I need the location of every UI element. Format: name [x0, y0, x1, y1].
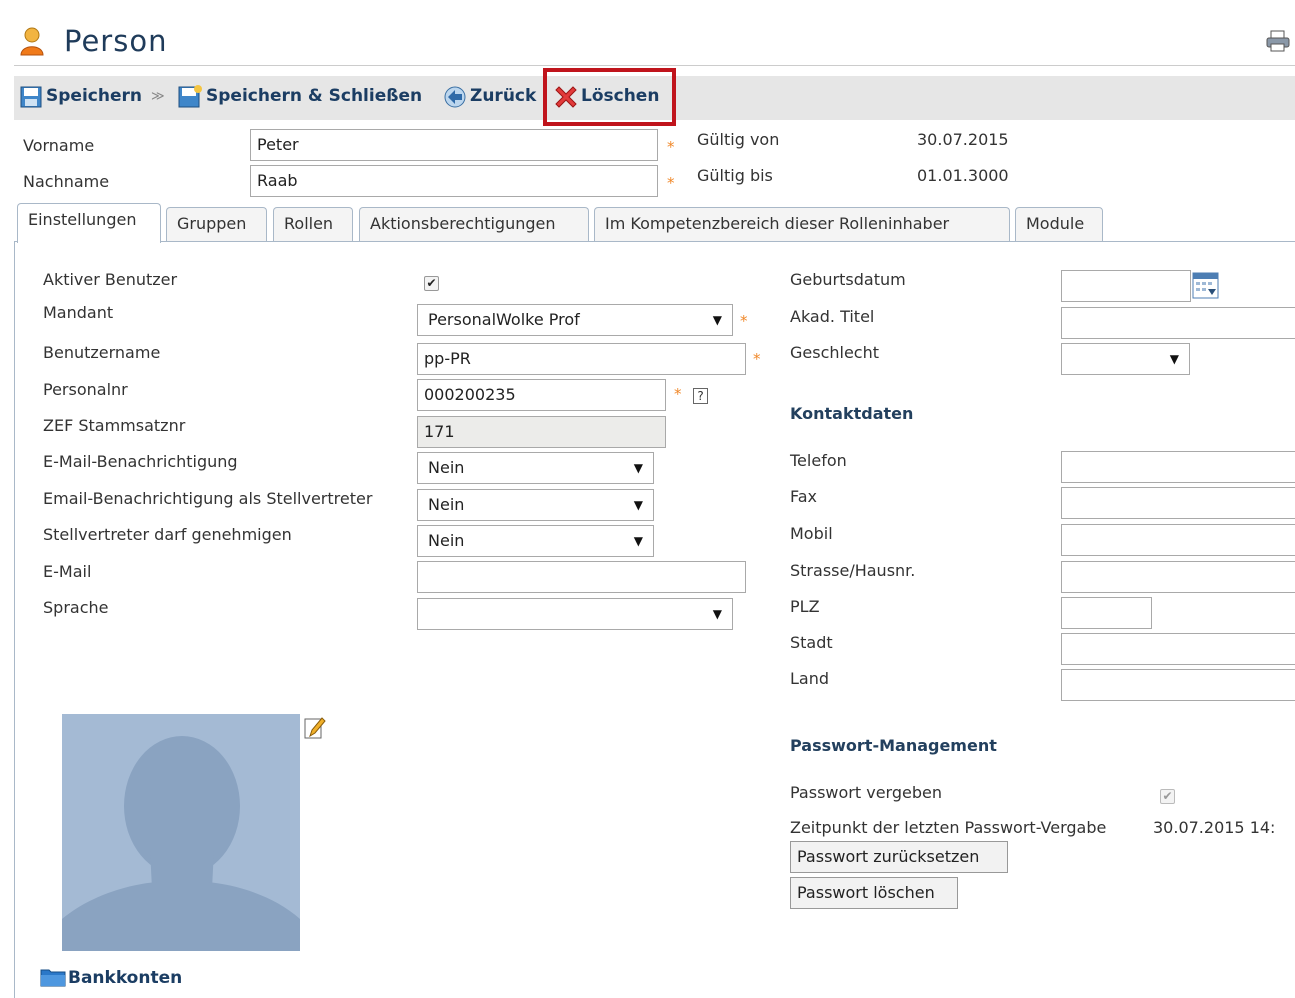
save-dropdown-chevron-icon[interactable]: ≫ — [151, 89, 165, 104]
vorname-required-mark: * — [667, 138, 675, 156]
email-benachrichtigung-select[interactable]: Nein ▼ — [417, 452, 654, 484]
nachname-required-mark: * — [667, 174, 675, 192]
chevron-down-icon: ▼ — [633, 498, 643, 512]
email-input[interactable] — [417, 561, 746, 593]
folder-icon[interactable] — [40, 967, 66, 987]
passwort-heading: Passwort-Management — [790, 736, 997, 755]
passwort-vergeben-label: Passwort vergeben — [790, 783, 942, 802]
chevron-down-icon: ▼ — [633, 534, 643, 548]
benutzername-required-mark: * — [753, 350, 761, 368]
avatar — [62, 714, 300, 951]
save-close-icon[interactable] — [178, 84, 204, 108]
help-icon[interactable]: ? — [693, 388, 708, 404]
tab-gruppen[interactable]: Gruppen — [166, 207, 267, 241]
page-title: Person — [64, 24, 168, 58]
email-stellvertreter-value: Nein — [428, 495, 465, 514]
nachname-label: Nachname — [23, 172, 110, 191]
back-icon[interactable] — [444, 86, 466, 108]
bankkonten-link[interactable]: Bankkonten — [68, 968, 182, 988]
calendar-icon[interactable] — [1192, 272, 1219, 299]
personalnr-required-mark: * — [674, 385, 682, 403]
chevron-down-icon: ▼ — [712, 313, 722, 327]
geburtsdatum-label: Geburtsdatum — [790, 270, 906, 289]
zef-label: ZEF Stammsatznr — [43, 416, 186, 435]
email-stellvertreter-select[interactable]: Nein ▼ — [417, 489, 654, 521]
mobil-input[interactable] — [1061, 524, 1295, 556]
tab-rollen[interactable]: Rollen — [273, 207, 353, 241]
akad-titel-label: Akad. Titel — [790, 307, 875, 326]
gueltig-von-label: Gültig von — [697, 130, 780, 149]
chevron-down-icon: ▼ — [712, 607, 722, 621]
tab-panel-border — [14, 241, 15, 998]
email-label: E-Mail — [43, 562, 92, 581]
passwort-vergeben-checkbox: ✔ — [1160, 789, 1175, 804]
passwort-zuruecksetzen-button[interactable]: Passwort zurücksetzen — [790, 841, 1008, 873]
geburtsdatum-input[interactable] — [1061, 270, 1191, 302]
gueltig-von-value: 30.07.2015 — [917, 130, 1009, 149]
personalnr-input[interactable]: 000200235 — [417, 379, 666, 411]
stellvertreter-genehmigen-value: Nein — [428, 531, 465, 550]
mobil-label: Mobil — [790, 524, 833, 543]
letzte-vergabe-label: Zeitpunkt der letzten Passwort-Vergabe — [790, 818, 1107, 837]
print-icon[interactable] — [1266, 30, 1290, 52]
strasse-input[interactable] — [1061, 561, 1295, 593]
save-icon[interactable] — [20, 86, 42, 108]
vorname-input[interactable]: Peter — [250, 129, 658, 161]
save-close-button[interactable]: Speichern & Schließen — [206, 86, 422, 110]
mandant-select-value: PersonalWolke Prof — [428, 310, 580, 329]
gueltig-bis-value: 01.01.3000 — [917, 166, 1009, 185]
telefon-input[interactable] — [1061, 451, 1295, 483]
tab-kompetenzbereich[interactable]: Im Kompetenzbereich dieser Rolleninhaber — [594, 207, 1010, 241]
aktiver-benutzer-checkbox[interactable]: ✔ — [424, 276, 439, 291]
kontaktdaten-heading: Kontaktdaten — [790, 404, 914, 423]
header-divider — [14, 65, 1295, 66]
zef-input-readonly: 171 — [417, 416, 666, 448]
tab-aktionsberechtigungen[interactable]: Aktionsberechtigungen — [359, 207, 589, 241]
mandant-required-mark: * — [740, 312, 748, 330]
save-button[interactable]: Speichern — [46, 86, 142, 110]
person-icon — [18, 26, 46, 56]
aktiver-benutzer-label: Aktiver Benutzer — [43, 270, 178, 289]
back-button[interactable]: Zurück — [470, 86, 536, 110]
sprache-label: Sprache — [43, 598, 109, 617]
email-stellvertreter-label: Email-Benachrichtigung als Stellvertrete… — [43, 489, 373, 508]
passwort-loeschen-button[interactable]: Passwort löschen — [790, 877, 958, 909]
vorname-label: Vorname — [23, 136, 95, 155]
tab-module[interactable]: Module — [1015, 207, 1103, 241]
email-benachrichtigung-label: E-Mail-Benachrichtigung — [43, 452, 238, 471]
personalnr-label: Personalnr — [43, 380, 128, 399]
akad-titel-input[interactable] — [1061, 307, 1295, 339]
letzte-vergabe-value: 30.07.2015 14: — [1153, 818, 1276, 837]
plz-label: PLZ — [790, 597, 820, 616]
telefon-label: Telefon — [790, 451, 847, 470]
nachname-input[interactable]: Raab — [250, 165, 658, 197]
fax-label: Fax — [790, 487, 818, 506]
strasse-label: Strasse/Hausnr. — [790, 561, 916, 580]
stadt-input[interactable] — [1061, 633, 1295, 665]
email-benachrichtigung-value: Nein — [428, 458, 465, 477]
stellvertreter-genehmigen-select[interactable]: Nein ▼ — [417, 525, 654, 557]
geschlecht-label: Geschlecht — [790, 343, 880, 362]
chevron-down-icon: ▼ — [1169, 352, 1179, 366]
benutzername-label: Benutzername — [43, 343, 161, 362]
plz-input[interactable] — [1061, 597, 1152, 629]
land-label: Land — [790, 669, 830, 688]
mandant-label: Mandant — [43, 303, 114, 322]
edit-avatar-icon[interactable] — [304, 716, 326, 740]
benutzername-input[interactable]: pp-PR — [417, 343, 746, 375]
chevron-down-icon: ▼ — [633, 461, 643, 475]
tab-bar-line — [14, 241, 1295, 242]
stellvertreter-genehmigen-label: Stellvertreter darf genehmigen — [43, 525, 292, 544]
stadt-label: Stadt — [790, 633, 833, 652]
geschlecht-select[interactable]: ▼ — [1061, 343, 1190, 375]
tab-einstellungen[interactable]: Einstellungen — [17, 203, 161, 243]
gueltig-bis-label: Gültig bis — [697, 166, 773, 185]
delete-icon[interactable] — [553, 84, 579, 110]
fax-input[interactable] — [1061, 487, 1295, 519]
sprache-select[interactable]: ▼ — [417, 598, 733, 630]
land-input[interactable] — [1061, 669, 1295, 701]
delete-button[interactable]: Löschen — [581, 86, 659, 110]
mandant-select[interactable]: PersonalWolke Prof ▼ — [417, 304, 733, 336]
